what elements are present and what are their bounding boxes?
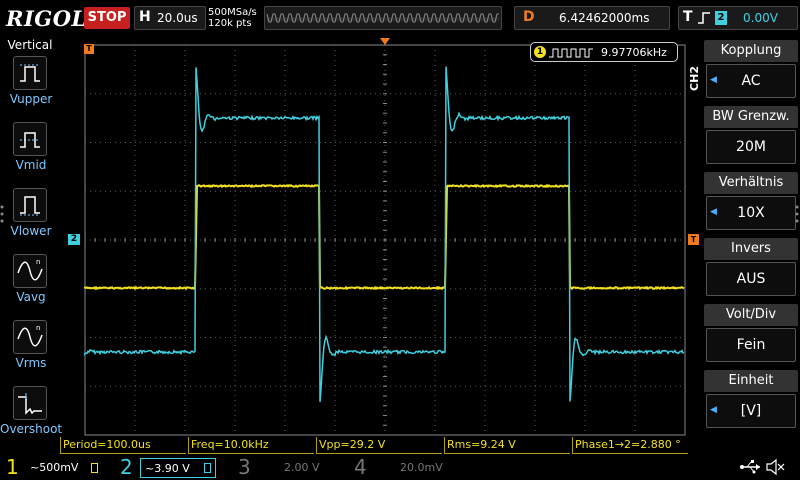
run-stop-button[interactable]: STOP — [84, 7, 130, 29]
sidebar-item-overshoot[interactable]: Overshoot — [0, 386, 62, 448]
svg-text:n: n — [36, 258, 40, 266]
memory-depth: 120k pts — [208, 18, 252, 29]
menu-arrow-icon: ◀ — [710, 405, 717, 415]
trigger-source-badge: 2 — [715, 11, 727, 25]
channel-status-bar: 1 ~500mV 2 ~3.90 V 3 2.00 V 4 20.0mV — [0, 454, 800, 480]
delay-display[interactable]: D 6.42462000ms — [514, 6, 670, 30]
counter-channel-badge: 1 — [534, 46, 546, 58]
menu-value-volt-div: Fein — [706, 328, 796, 362]
menu-value-kopplung: AC — [706, 64, 796, 98]
vmid-icon — [13, 122, 47, 156]
menu-value-verhaeltnis: 10X — [706, 196, 796, 230]
sidebar-item-vmid[interactable]: Vmid — [4, 122, 58, 184]
channel-menu: CH2 Kopplung AC ◀ BW Grenzw. 20M Verhält… — [688, 36, 800, 436]
rising-edge-icon — [698, 12, 710, 24]
sidebar-label-vmid: Vmid — [15, 158, 47, 172]
measurement-sidebar: Vertical Vupper Vmid Vlower n Vavg n Vrm… — [0, 36, 62, 436]
sidebar-label-vupper: Vupper — [9, 92, 53, 106]
ch3-scale: 2.00 V — [284, 461, 320, 474]
scroll-dots-left-icon — [0, 205, 4, 223]
delay-letter: D — [523, 9, 535, 25]
svg-text:n: n — [36, 324, 40, 332]
menu-item-volt-div[interactable]: Volt/Div Fein — [704, 304, 798, 366]
sidebar-label-vrms: Vrms — [15, 356, 47, 370]
top-status-bar: RIGOL STOP H 20.0us 500MSa/s 120k pts D … — [0, 0, 800, 36]
measurement-freq[interactable]: Freq=10.0kHz — [188, 437, 314, 454]
measurement-results-bar: Period=100.0us Freq=10.0kHz Vpp=29.2 V R… — [60, 436, 688, 454]
ch2-offset-marker[interactable]: 2 — [68, 234, 80, 245]
sidebar-item-vlower[interactable]: Vlower — [4, 188, 58, 250]
overshoot-icon — [13, 386, 47, 420]
menu-item-verhaeltnis[interactable]: Verhältnis 10X ◀ — [704, 172, 798, 234]
trigger-level: 0.00V — [743, 11, 778, 25]
trigger-display[interactable]: T 2 0.00V — [678, 6, 798, 30]
ch1-scale: ~500mV — [30, 461, 79, 474]
menu-head-verhaeltnis: Verhältnis — [704, 172, 798, 194]
ch2-scale: ~3.90 V — [145, 462, 190, 475]
overview-wave-icon — [266, 13, 499, 23]
brand-logo: RIGOL — [6, 6, 87, 31]
ch2-bw-limit-icon — [204, 463, 211, 473]
measurement-vpp[interactable]: Vpp=29.2 V — [316, 437, 442, 454]
sidebar-item-vrms[interactable]: n Vrms — [4, 320, 58, 382]
sidebar-title: Vertical — [7, 38, 53, 52]
vupper-icon — [13, 56, 47, 90]
sample-rate: 500MSa/s — [208, 7, 257, 18]
menu-item-kopplung[interactable]: Kopplung AC ◀ — [704, 40, 798, 102]
trigger-letter: T — [683, 9, 693, 25]
menu-arrow-icon: ◀ — [710, 75, 717, 85]
menu-head-invers: Invers — [704, 238, 798, 260]
ch1-bw-limit-icon — [91, 463, 98, 473]
measurement-rms[interactable]: Rms=9.24 V — [444, 437, 570, 454]
menu-item-bw-grenzw[interactable]: BW Grenzw. 20M — [704, 106, 798, 168]
menu-arrow-icon: ◀ — [710, 207, 717, 217]
trigger-time-marker[interactable]: T — [84, 44, 94, 54]
menu-item-invers[interactable]: Invers AUS — [704, 238, 798, 300]
pulse-train-icon — [549, 48, 593, 58]
sidebar-label-vlower: Vlower — [10, 224, 52, 238]
menu-item-einheit[interactable]: Einheit [V] ◀ — [704, 370, 798, 432]
ch4-scale-box[interactable]: 20.0mV — [374, 458, 464, 478]
ch2-number[interactable]: 2 — [120, 456, 133, 478]
ch3-number[interactable]: 3 — [238, 456, 251, 478]
delay-value: 6.42462000ms — [559, 11, 650, 25]
scroll-dots-right-icon — [795, 205, 799, 223]
menu-head-volt-div: Volt/Div — [704, 304, 798, 326]
counter-value: 9.97706kHz — [601, 46, 667, 59]
vlower-icon — [13, 188, 47, 222]
sidebar-item-vavg[interactable]: n Vavg — [4, 254, 58, 316]
vavg-icon: n — [13, 254, 47, 288]
sidebar-label-vavg: Vavg — [16, 290, 46, 304]
frequency-counter[interactable]: 1 9.97706kHz — [530, 42, 678, 62]
menu-value-bw: 20M — [706, 130, 796, 164]
vrms-icon: n — [13, 320, 47, 354]
ch4-number[interactable]: 4 — [354, 456, 367, 478]
timebase-display[interactable]: H 20.0us — [134, 6, 206, 30]
sidebar-item-vupper[interactable]: Vupper — [4, 56, 58, 118]
waveform-display[interactable] — [84, 44, 686, 436]
usb-icon — [740, 460, 760, 474]
graticule — [84, 44, 686, 436]
menu-head-kopplung: Kopplung — [704, 40, 798, 62]
ch1-number[interactable]: 1 — [6, 456, 19, 478]
ch3-scale-box[interactable]: 2.00 V — [258, 458, 348, 478]
ch4-scale: 20.0mV — [400, 461, 443, 474]
timebase-value: 20.0us — [157, 11, 198, 25]
speaker-muted-icon[interactable] — [766, 458, 786, 476]
menu-value-invers: AUS — [706, 262, 796, 296]
ch2-waveform — [84, 66, 684, 402]
waveform-overview[interactable] — [264, 6, 502, 30]
menu-value-einheit: [V] — [706, 394, 796, 428]
timebase-letter: H — [139, 9, 151, 25]
ch1-scale-box[interactable]: ~500mV — [26, 458, 102, 478]
sidebar-label-overshoot: Overshoot — [0, 422, 63, 436]
measurement-phase[interactable]: Phase1→2=2.880 ° — [572, 437, 688, 454]
channel-tag: CH2 — [688, 66, 701, 91]
trigger-position-arrow-icon[interactable] — [380, 38, 390, 46]
ch2-scale-box[interactable]: ~3.90 V — [140, 458, 216, 478]
measurement-period[interactable]: Period=100.0us — [60, 437, 186, 454]
menu-head-einheit: Einheit — [704, 370, 798, 392]
menu-head-bw: BW Grenzw. — [704, 106, 798, 128]
